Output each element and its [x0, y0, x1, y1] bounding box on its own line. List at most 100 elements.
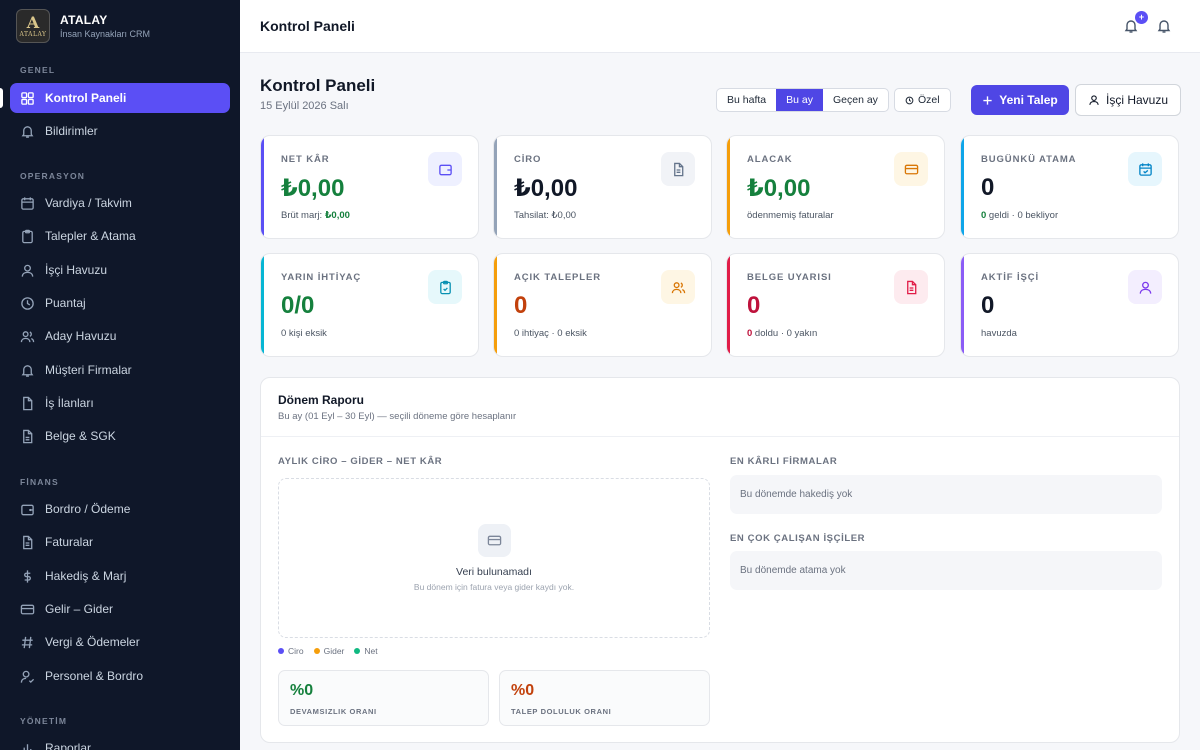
- absence-rate-box: %0 DEVAMSIZLIK ORANI: [278, 670, 489, 726]
- sidebar-item-musteri-firmalar[interactable]: Müşteri Firmalar: [10, 355, 230, 385]
- card-value: ₺0,00: [747, 175, 811, 202]
- sidebar-item-personel-bordro[interactable]: Personel & Bordro: [10, 661, 230, 691]
- sidebar-item-label: Hakediş & Marj: [45, 569, 127, 583]
- grid-icon: [21, 91, 34, 105]
- stat-card-yarin-ihtiyac[interactable]: YARIN İHTİYAÇ 0/0 0 kişi eksik: [260, 253, 479, 357]
- card-value: 0: [981, 174, 995, 201]
- notification-badge: +: [1135, 11, 1148, 24]
- card-icon-box: [1128, 152, 1162, 186]
- panel-subtitle: Bu ay (01 Eyl – 30 Eyl) — seçili döneme …: [278, 411, 517, 422]
- bell-icon[interactable]: [1156, 18, 1172, 34]
- sidebar-item-label: Faturalar: [45, 535, 94, 549]
- card-value: ₺0,00: [281, 175, 345, 202]
- card-subtext: Brüt marj: ₺0,00: [281, 210, 350, 221]
- stat-card-alacak[interactable]: ALACAK ₺0,00 ödenmemiş faturalar: [726, 135, 945, 239]
- legend-dot: [313, 648, 320, 654]
- sidebar-item-puantaj[interactable]: Puantaj: [10, 288, 230, 318]
- legend-label: Gider: [323, 646, 345, 656]
- sidebar-item-label: Aday Havuzu: [45, 329, 117, 343]
- card-value: ₺0,00: [514, 175, 578, 202]
- clipboard-icon: [22, 229, 33, 243]
- stat-card-ciro[interactable]: CİRO ₺0,00 Tahsilat: ₺0,00: [493, 135, 712, 239]
- empty-state-subtitle: Bu dönem için fatura veya gider kaydı yo…: [413, 582, 575, 592]
- sidebar-item-vergi-odemeler[interactable]: Vergi & Ödemeler: [10, 627, 230, 657]
- empty-state-title: Veri bulunamadı: [456, 566, 532, 578]
- worker-pool-label: İşçi Havuzu: [1105, 93, 1169, 107]
- sidebar-item-raporlar[interactable]: Raporlar: [10, 733, 230, 750]
- card-accent: [727, 254, 730, 356]
- sidebar-item-isci-havuzu[interactable]: İşçi Havuzu: [10, 255, 230, 285]
- card-label: YARIN İHTİYAÇ: [281, 272, 362, 283]
- sidebar-item-label: Vardiya / Takvim: [45, 196, 132, 210]
- range-this-week-button[interactable]: Bu hafta: [717, 89, 776, 111]
- topbar: Kontrol Paneli +: [240, 0, 1200, 53]
- range-this-month-button[interactable]: Bu ay: [776, 89, 823, 111]
- stat-card-aktif-isci[interactable]: AKTİF İŞÇİ 0 havuzda: [960, 253, 1179, 357]
- brand-name: ATALAY: [60, 13, 108, 27]
- logo-caption: ATALAY: [19, 30, 47, 38]
- sidebar-item-gelir-gider[interactable]: Gelir – Gider: [10, 594, 230, 624]
- card-label: AKTİF İŞÇİ: [981, 272, 1040, 283]
- stat-card-net-kar[interactable]: NET KÂR ₺0,00 Brüt marj: ₺0,00: [260, 135, 479, 239]
- card-subtext: 0 geldi · 0 bekliyor: [981, 210, 1058, 221]
- stat-card-belge-uyarisi[interactable]: BELGE UYARISI 0 0 doldu · 0 yakın: [726, 253, 945, 357]
- chart-icon: [23, 743, 32, 750]
- range-last-month-button[interactable]: Geçen ay: [823, 89, 888, 111]
- stat-card-acik-talepler[interactable]: AÇIK TALEPLER 0 0 ihtiyaç · 0 eksik: [493, 253, 712, 357]
- sidebar-item-belge-sgk[interactable]: Belge & SGK: [10, 421, 230, 451]
- card-subtext: 0 kişi eksik: [281, 328, 327, 339]
- user-icon: [1139, 281, 1151, 294]
- top-firms-empty: Bu dönemde hakediş yok: [730, 475, 1162, 514]
- card-icon-box: [661, 270, 695, 304]
- sidebar-item-is-ilanlari[interactable]: İş İlanları: [10, 388, 230, 418]
- rate-label: DEVAMSIZLIK ORANI: [290, 707, 377, 716]
- sidebar-item-talepler[interactable]: Talepler & Atama: [10, 221, 230, 251]
- file-alert-icon: [906, 280, 916, 294]
- sidebar-item-label: Bildirimler: [45, 124, 98, 138]
- custom-range-button[interactable]: Özel: [894, 88, 951, 112]
- sidebar-item-vardiya[interactable]: Vardiya / Takvim: [10, 188, 230, 218]
- new-request-button[interactable]: Yeni Talep: [971, 85, 1069, 115]
- sidebar-item-label: İş İlanları: [45, 396, 94, 410]
- wallet-icon: [438, 164, 452, 175]
- sidebar-item-bordro-odeme[interactable]: Bordro / Ödeme: [10, 494, 230, 524]
- card-subtext-strong: ₺0,00: [324, 210, 350, 221]
- clock-icon: [905, 96, 914, 104]
- legend-item-ciro: Ciro: [278, 646, 304, 656]
- active-indicator: [0, 88, 3, 108]
- card-icon-box: [1128, 270, 1162, 304]
- user-icon: [21, 264, 34, 277]
- panel-header: Dönem Raporu Bu ay (01 Eyl – 30 Eyl) — s…: [261, 378, 1179, 437]
- calendar-icon: [21, 196, 34, 210]
- legend-label: Net: [364, 646, 378, 656]
- sidebar-item-label: Raporlar: [45, 741, 92, 750]
- stat-card-bugunku-atama[interactable]: BUGÜNKÜ ATAMA 0 0 geldi · 0 bekliyor: [960, 135, 1179, 239]
- brand[interactable]: A ATALAY ATALAY İnsan Kaynakları CRM: [0, 0, 240, 52]
- bell-icon: [21, 125, 34, 138]
- sidebar-item-label: İşçi Havuzu: [45, 263, 108, 277]
- calendar-check-icon: [1138, 162, 1152, 176]
- sidebar-item-hakedis-marj[interactable]: Hakediş & Marj: [10, 561, 230, 591]
- card-label: CİRO: [514, 154, 542, 165]
- panel-title: Dönem Raporu: [278, 393, 365, 407]
- dollar-icon: [24, 569, 31, 583]
- new-request-label: Yeni Talep: [999, 93, 1058, 107]
- sidebar-item-label: Müşteri Firmalar: [45, 363, 132, 377]
- wallet-icon: [21, 504, 34, 515]
- sidebar-item-label: Personel & Bordro: [45, 669, 144, 683]
- document-icon: [23, 429, 33, 443]
- worker-pool-button[interactable]: İşçi Havuzu: [1075, 84, 1181, 116]
- sidebar-item-kontrol-paneli[interactable]: Kontrol Paneli: [0, 83, 230, 113]
- fill-rate-box: %0 TALEP DOLULUK ORANI: [499, 670, 710, 726]
- user-check-icon: [20, 670, 35, 683]
- sidebar-item-aday-havuzu[interactable]: Aday Havuzu: [10, 321, 230, 351]
- sidebar-item-label: Puantaj: [45, 296, 86, 310]
- card-subtext-suffix: doldu · 0 yakın: [752, 328, 818, 339]
- card-accent: [961, 254, 964, 356]
- rate-value: %0: [511, 682, 535, 699]
- sidebar-item-bildirimler[interactable]: Bildirimler: [10, 116, 230, 146]
- empty-state-icon-box: [478, 524, 511, 557]
- card-subtext-prefix: Brüt marj:: [281, 210, 325, 221]
- sidebar: A ATALAY ATALAY İnsan Kaynakları CRM GEN…: [0, 0, 240, 750]
- sidebar-item-faturalar[interactable]: Faturalar: [10, 527, 230, 557]
